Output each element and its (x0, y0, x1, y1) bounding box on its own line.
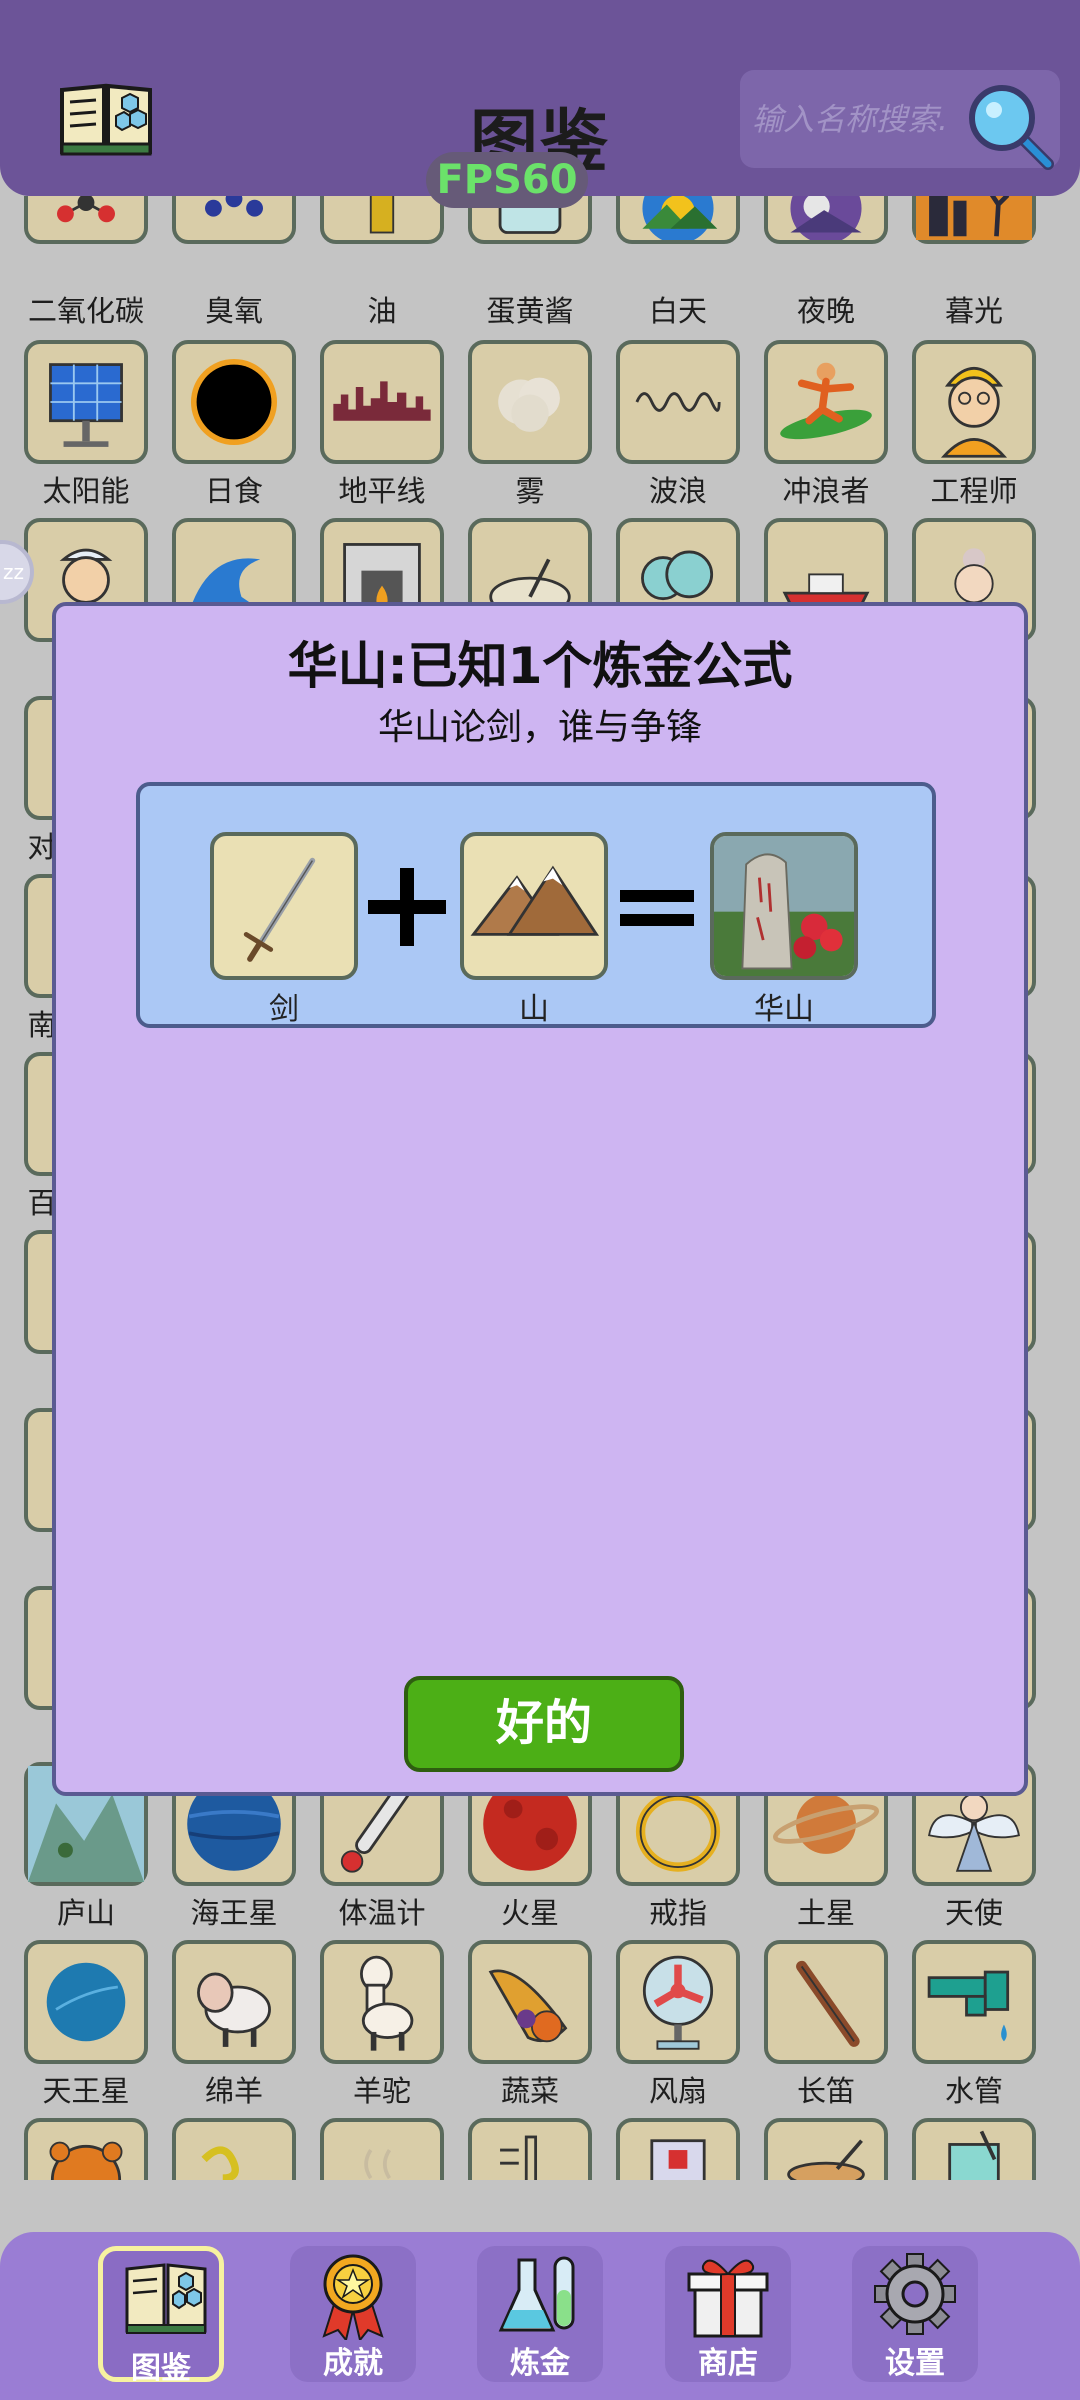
item-label: 二氧化碳 (27, 294, 144, 328)
item-tile-vegetables[interactable] (468, 1940, 592, 2064)
item-tile-sheep[interactable] (172, 1940, 296, 2064)
nav-tab-settings[interactable]: 设置 (852, 2246, 978, 2382)
nav-label: 设置 (885, 2346, 945, 2381)
search-icon[interactable] (962, 78, 1058, 174)
item-tile-steam[interactable] (320, 2118, 444, 2180)
item-label: 夜晚 (796, 294, 855, 328)
item-label: 太阳能 (42, 474, 130, 508)
item-tile-temperature[interactable] (468, 2118, 592, 2180)
item-label: 戒指 (648, 1896, 707, 1930)
item-tile-snake[interactable] (172, 2118, 296, 2180)
grid-bottom-margin (0, 2180, 1080, 2220)
nav-tab-achievements[interactable]: 成就 (290, 2246, 416, 2382)
search-box[interactable] (740, 70, 1060, 170)
dialog-subtitle: 华山论剑，谁与争锋 (377, 707, 702, 748)
item-label: 工程师 (930, 474, 1018, 508)
search-input[interactable] (750, 94, 980, 146)
formula-input-mountain[interactable] (460, 832, 608, 980)
formula-input-label: 山 (519, 992, 549, 1027)
item-label: 暮光 (944, 294, 1003, 328)
formula-dialog: 华山:已知1个炼金公式 华山论剑，谁与争锋 剑 山 华山 好的 (52, 602, 1028, 1796)
item-tile-daytime[interactable] (616, 196, 740, 244)
item-label: 地平线 (338, 474, 426, 508)
item-tile-fan[interactable] (616, 1940, 740, 2064)
item-tile-fog[interactable] (468, 340, 592, 464)
item-label: 羊驼 (352, 2074, 411, 2108)
medal-icon (322, 2254, 384, 2340)
nav-label: 成就 (323, 2346, 383, 2381)
equals-icon (612, 862, 702, 952)
bottom-nav: 图鉴 成就 炼金 商店 设置 (0, 2232, 1080, 2400)
item-label: 海王星 (190, 1896, 278, 1930)
fps-counter: FPS60 (426, 152, 588, 208)
item-tile-wave[interactable] (616, 340, 740, 464)
item-label: 波浪 (648, 474, 707, 508)
item-tile-oil[interactable] (320, 196, 444, 244)
item-label: 蔬菜 (500, 2074, 559, 2108)
item-label: 水管 (944, 2074, 1003, 2108)
nav-label: 图鉴 (131, 2351, 191, 2386)
item-tile-soup[interactable] (764, 2118, 888, 2180)
nav-tab-alchemy[interactable]: 炼金 (477, 2246, 603, 2382)
formula-input-label: 剑 (269, 992, 299, 1027)
item-tile-horizon[interactable] (320, 340, 444, 464)
item-label: 长笛 (796, 2074, 855, 2108)
item-tile-flute[interactable] (764, 1940, 888, 2064)
encyclopedia-book-icon (125, 2263, 207, 2334)
item-tile-night[interactable] (764, 196, 888, 244)
nav-label: 炼金 (510, 2346, 570, 2381)
item-label: 土星 (796, 1896, 855, 1930)
item-label: 绵羊 (204, 2074, 263, 2108)
ok-button[interactable]: 好的 (404, 1676, 684, 1772)
item-label: 体温计 (338, 1896, 426, 1930)
nav-tab-shop[interactable]: 商店 (665, 2246, 791, 2382)
item-label: 雾 (515, 474, 545, 508)
item-tile-twilight[interactable] (912, 196, 1036, 244)
item-tile-hospital[interactable] (616, 2118, 740, 2180)
item-label: 火星 (500, 1896, 559, 1930)
nav-label: 商店 (698, 2346, 758, 2381)
item-label: 臭氧 (204, 294, 263, 328)
item-label: 天王星 (42, 2074, 130, 2108)
item-label: 冲浪者 (782, 474, 870, 508)
nav-tab-encyclopedia[interactable]: 图鉴 (98, 2246, 224, 2386)
item-tile-tiger[interactable] (24, 2118, 148, 2180)
item-tile-water-pipe[interactable] (912, 1940, 1036, 2064)
item-tile-engineer[interactable] (912, 340, 1036, 464)
item-label: 风扇 (648, 2074, 707, 2108)
item-label: 油 (367, 294, 397, 328)
item-tile-drink[interactable] (912, 2118, 1036, 2180)
gift-icon (687, 2259, 769, 2338)
item-label: 白天 (648, 294, 707, 328)
formula-result-label: 华山 (754, 992, 814, 1027)
dialog-title: 华山:已知1个炼金公式 (287, 637, 793, 695)
item-tile-carbon-dioxide[interactable] (24, 196, 148, 244)
plus-icon (362, 862, 452, 952)
formula-card: 剑 山 华山 (136, 782, 936, 1028)
item-tile-alpaca[interactable] (320, 1940, 444, 2064)
item-tile-eclipse[interactable] (172, 340, 296, 464)
item-label: 天使 (944, 1896, 1003, 1930)
formula-result-huashan[interactable] (710, 832, 858, 980)
item-tile-solar-energy[interactable] (24, 340, 148, 464)
item-tile-surfer[interactable] (764, 340, 888, 464)
item-tile-uranus[interactable] (24, 1940, 148, 2064)
flask-icon (498, 2256, 575, 2332)
item-tile-ozone[interactable] (172, 196, 296, 244)
formula-input-sword[interactable] (210, 832, 358, 980)
item-label: 蛋黄酱 (486, 294, 574, 328)
item-label: 日食 (204, 474, 263, 508)
item-label: 庐山 (56, 1896, 115, 1930)
gear-icon (874, 2253, 956, 2335)
